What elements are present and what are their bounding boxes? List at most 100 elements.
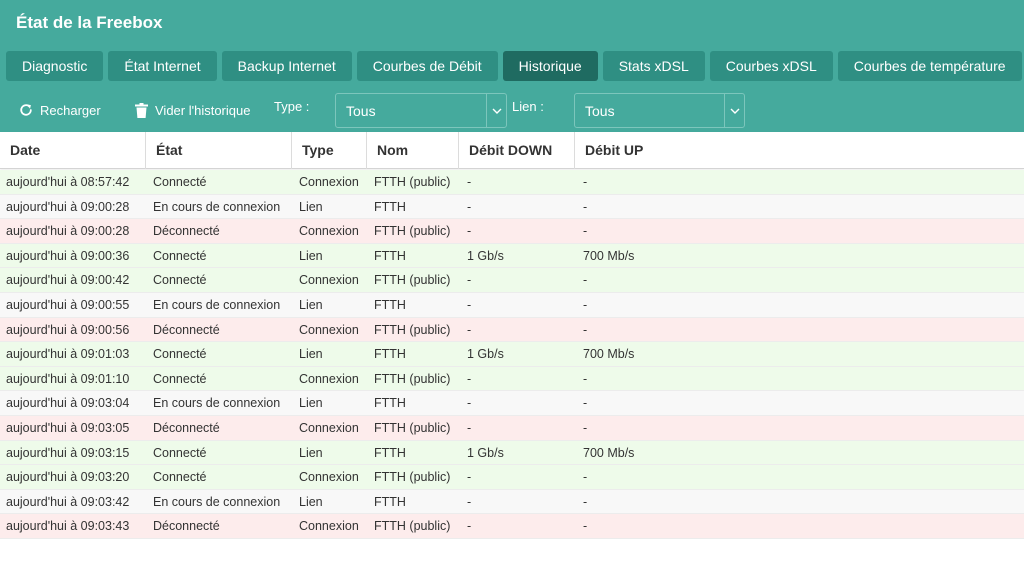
cell-type: Connexion: [299, 224, 359, 239]
reload-button[interactable]: Recharger: [19, 92, 101, 128]
cell-type: Lien: [299, 297, 323, 312]
cell-type: Connexion: [299, 519, 359, 534]
refresh-icon: [19, 103, 33, 117]
cell-etat: Déconnecté: [153, 420, 220, 435]
tab-etat-internet[interactable]: État Internet: [108, 51, 217, 81]
cell-etat: En cours de connexion: [153, 297, 281, 312]
cell-debit-up: -: [583, 322, 588, 337]
cell-debit-down: -: [467, 371, 472, 386]
cell-etat: Connecté: [153, 248, 207, 263]
table-row[interactable]: aujourd'hui à 09:00:42 Connecté Connexion F…: [0, 268, 1024, 293]
table-row[interactable]: aujourd'hui à 09:00:36 Connecté Lien FTTH 1 …: [0, 243, 1024, 269]
table-row[interactable]: aujourd'hui à 09:03:04 En cours de connex…: [0, 391, 1024, 416]
cell-date: aujourd'hui à 09:03:20: [6, 470, 130, 485]
cell-date: aujourd'hui à 09:03:43: [6, 519, 130, 534]
cell-date: aujourd'hui à 09:00:36: [6, 248, 130, 263]
cell-debit-up: -: [583, 420, 588, 435]
cell-date: aujourd'hui à 09:03:04: [6, 396, 130, 411]
tab-courbes-debit[interactable]: Courbes de Débit: [356, 51, 498, 81]
cell-debit-down: -: [467, 519, 472, 534]
cell-etat: Déconnecté: [153, 224, 220, 239]
cell-date: aujourd'hui à 09:03:42: [6, 494, 130, 509]
cell-debit-down: 1 Gb/s: [467, 445, 504, 460]
type-filter-value: Tous: [346, 103, 376, 119]
column-header-nom[interactable]: Nom: [367, 132, 459, 169]
cell-type: Lien: [299, 347, 323, 362]
cell-etat: Connecté: [153, 445, 207, 460]
link-filter-select[interactable]: Tous: [574, 93, 745, 128]
cell-debit-up: -: [583, 273, 588, 288]
cell-etat: En cours de connexion: [153, 396, 281, 411]
cell-nom: FTTH (public): [374, 420, 451, 435]
cell-debit-down: -: [467, 420, 472, 435]
cell-type: Lien: [299, 248, 323, 263]
cell-nom: FTTH (public): [374, 322, 451, 337]
tab-courbes-xdsl[interactable]: Courbes xDSL: [709, 51, 833, 81]
cell-debit-up: 700 Mb/s: [583, 248, 635, 263]
cell-debit-up: -: [583, 297, 588, 312]
clear-history-button[interactable]: Vider l'historique: [135, 92, 250, 128]
cell-debit-up: 700 Mb/s: [583, 445, 635, 460]
cell-date: aujourd'hui à 09:00:28: [6, 199, 130, 214]
column-header-debit-down[interactable]: Débit DOWN: [459, 132, 575, 169]
tab-backup-internet[interactable]: Backup Internet: [221, 51, 352, 81]
table-row[interactable]: aujourd'hui à 09:01:10 Connecté Connexion F…: [0, 366, 1024, 392]
toolbar: Recharger Vider l'historique Type : Tous…: [0, 92, 1024, 128]
column-header-etat[interactable]: État: [146, 132, 292, 169]
cell-debit-up: -: [583, 519, 588, 534]
cell-debit-down: -: [467, 297, 472, 312]
table-body: aujourd'hui à 08:57:42 Connecté Connexion F…: [0, 170, 1024, 539]
cell-date: aujourd'hui à 09:03:15: [6, 445, 130, 460]
table-row[interactable]: aujourd'hui à 09:03:43 Déconnecté Connexio…: [0, 514, 1024, 539]
cell-date: aujourd'hui à 09:00:28: [6, 224, 130, 239]
cell-debit-up: -: [583, 470, 588, 485]
tab-diagnostic[interactable]: Diagnostic: [6, 51, 104, 81]
table-row[interactable]: aujourd'hui à 09:03:42 En cours de connex…: [0, 489, 1024, 515]
cell-debit-down: -: [467, 396, 472, 411]
cell-type: Connexion: [299, 420, 359, 435]
cell-etat: Connecté: [153, 470, 207, 485]
tab-courbes-temperature[interactable]: Courbes de température: [837, 51, 1022, 81]
cell-debit-up: 700 Mb/s: [583, 347, 635, 362]
cell-type: Connexion: [299, 175, 359, 189]
tab-historique[interactable]: Historique: [502, 51, 598, 81]
column-header-date[interactable]: Date: [0, 132, 146, 169]
cell-type: Connexion: [299, 273, 359, 288]
type-filter-select[interactable]: Tous: [335, 93, 507, 128]
cell-nom: FTTH: [374, 347, 406, 362]
cell-etat: Connecté: [153, 273, 207, 288]
table-row[interactable]: aujourd'hui à 09:03:15 Connecté Lien FTTH 1 …: [0, 440, 1024, 466]
cell-type: Lien: [299, 396, 323, 411]
cell-etat: Connecté: [153, 175, 207, 189]
column-header-type[interactable]: Type: [292, 132, 367, 169]
cell-nom: FTTH: [374, 199, 406, 214]
cell-nom: FTTH (public): [374, 273, 451, 288]
cell-type: Connexion: [299, 371, 359, 386]
table-row[interactable]: aujourd'hui à 09:03:20 Connecté Connexion F…: [0, 465, 1024, 490]
cell-date: aujourd'hui à 09:03:05: [6, 420, 130, 435]
table-row[interactable]: aujourd'hui à 09:00:28 En cours de connex…: [0, 194, 1024, 220]
header-bar: État de la Freebox Diagnostic État Inter…: [0, 0, 1024, 132]
cell-debit-up: -: [583, 396, 588, 411]
column-header-debit-up[interactable]: Débit UP: [575, 132, 1024, 169]
type-filter-label: Type :: [274, 99, 310, 114]
cell-type: Lien: [299, 445, 323, 460]
cell-debit-down: -: [467, 199, 472, 214]
table-row[interactable]: aujourd'hui à 09:00:55 En cours de connex…: [0, 292, 1024, 318]
cell-date: aujourd'hui à 09:00:56: [6, 322, 130, 337]
cell-nom: FTTH: [374, 494, 406, 509]
cell-nom: FTTH (public): [374, 175, 451, 189]
cell-date: aujourd'hui à 09:01:10: [6, 371, 130, 386]
cell-debit-down: -: [467, 224, 472, 239]
chevron-down-icon: [486, 94, 506, 127]
table-row[interactable]: aujourd'hui à 09:03:05 Déconnecté Connexio…: [0, 415, 1024, 441]
cell-etat: Déconnecté: [153, 519, 220, 534]
table-row[interactable]: aujourd'hui à 09:00:56 Déconnecté Connexio…: [0, 317, 1024, 343]
table-row[interactable]: aujourd'hui à 09:00:28 Déconnecté Connexio…: [0, 219, 1024, 244]
cell-etat: Connecté: [153, 347, 207, 362]
cell-date: aujourd'hui à 09:01:03: [6, 347, 130, 362]
cell-nom: FTTH (public): [374, 224, 451, 239]
tab-stats-xdsl[interactable]: Stats xDSL: [602, 51, 705, 81]
table-row[interactable]: aujourd'hui à 09:01:03 Connecté Lien FTTH 1 …: [0, 342, 1024, 367]
table-row[interactable]: aujourd'hui à 08:57:42 Connecté Connexion F…: [0, 170, 1024, 195]
